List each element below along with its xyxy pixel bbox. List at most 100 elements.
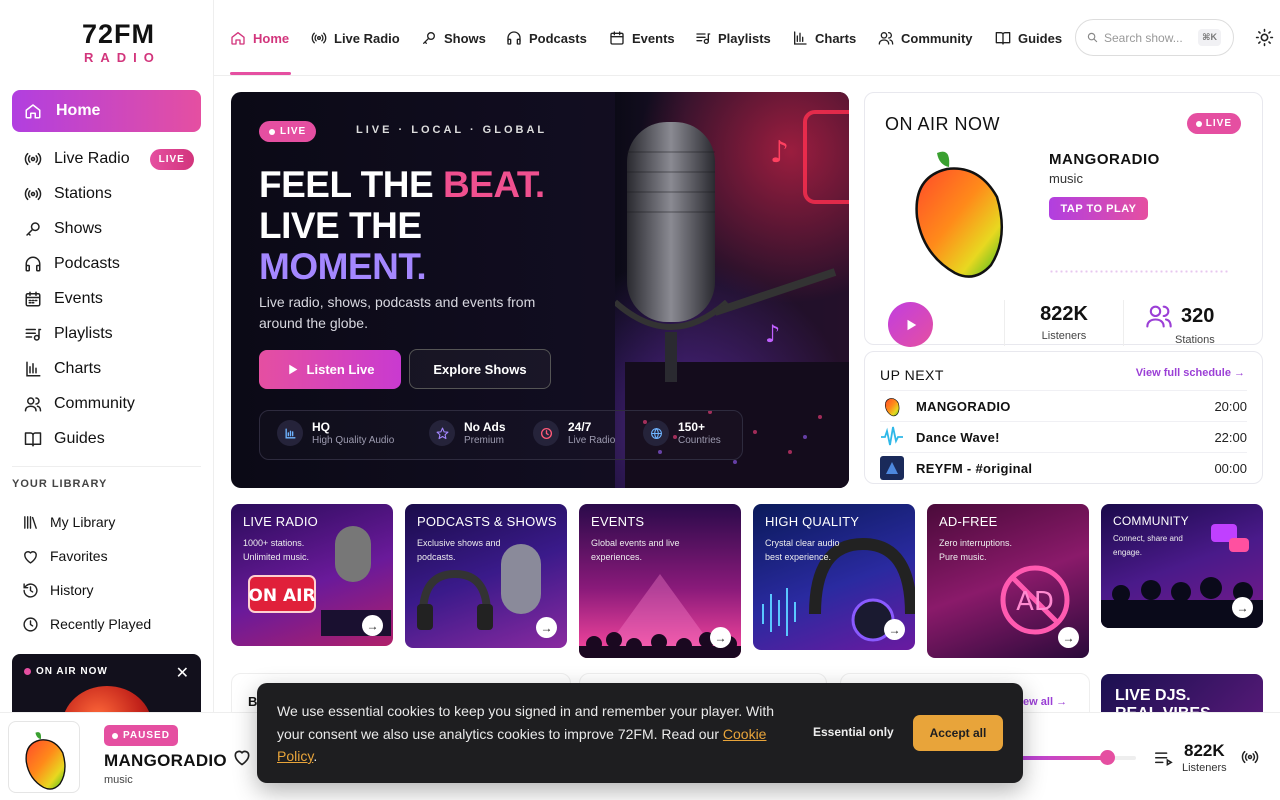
play-button[interactable] <box>888 302 933 347</box>
tab-community[interactable]: Community <box>878 28 973 48</box>
explore-shows-button[interactable]: Explore Shows <box>409 349 551 389</box>
library-item-my-library[interactable]: My Library <box>22 512 115 532</box>
library-item-favorites[interactable]: Favorites <box>22 546 108 566</box>
sidebar-item-shows[interactable]: Shows <box>24 218 102 240</box>
brand-logo[interactable]: 72FM RADIO <box>24 20 161 65</box>
schedule-row[interactable]: REYFM - #original 00:00 <box>880 452 1247 483</box>
live-badge: LIVE <box>149 148 194 170</box>
library-item-label: Recently Played <box>50 616 152 632</box>
arrow-right-icon[interactable]: → <box>1058 627 1079 648</box>
tab-shows[interactable]: Shows <box>421 28 486 48</box>
sidebar-item-label: Events <box>54 290 103 307</box>
on-air-card: ON AIR NOW LIVE MANGORADIO music TAP TO … <box>864 92 1263 347</box>
soundwave-logo-icon <box>25 25 65 60</box>
essential-only-button[interactable]: Essential only <box>813 725 894 739</box>
search-input[interactable]: Search show... ⌘K <box>1075 19 1234 56</box>
book-icon <box>24 430 42 448</box>
volume-slider[interactable] <box>1010 750 1136 765</box>
live-dot <box>269 128 275 135</box>
sidebar-item-label: Stations <box>54 185 112 202</box>
tile-ad-free[interactable]: AD AD-FREE Zero interruptions. Pure musi… <box>927 504 1089 658</box>
feature-sub: Live Radio <box>568 435 616 446</box>
player-artwork[interactable] <box>8 721 80 793</box>
tab-label: Charts <box>815 30 857 46</box>
mic-icon <box>421 30 437 46</box>
schedule-row[interactable]: Dance Wave! 22:00 <box>880 421 1247 452</box>
globe-icon <box>650 427 663 440</box>
brand-sub: RADIO <box>84 50 161 65</box>
radio-waves-icon[interactable] <box>1240 748 1260 766</box>
tile-title: HIGH QUALITY <box>765 514 860 529</box>
show-time: 00:00 <box>1214 460 1247 476</box>
sidebar-item-stations[interactable]: Stations <box>24 183 112 205</box>
paused-text: PAUSED <box>123 730 170 741</box>
tab-label: Community <box>901 30 973 46</box>
library-item-label: History <box>50 582 94 598</box>
volume-fill <box>1010 756 1108 760</box>
accept-all-button[interactable]: Accept all <box>913 715 1003 751</box>
arrow-right-icon[interactable]: → <box>1232 597 1253 618</box>
tile-events[interactable]: EVENTS Global events and live experience… <box>579 504 741 658</box>
tab-events[interactable]: Events <box>609 28 675 48</box>
heart-icon[interactable] <box>232 747 252 767</box>
tile-live-radio[interactable]: ON AIR LIVE RADIO 1000+ stations. Unlimi… <box>231 504 393 646</box>
view-all-link[interactable]: iew all → <box>1020 696 1067 708</box>
divider <box>1004 300 1005 346</box>
home-icon <box>24 102 42 120</box>
sidebar-item-events[interactable]: Events <box>24 288 103 310</box>
library-item-recently-played[interactable]: Recently Played <box>22 614 151 634</box>
sidebar-item-home[interactable]: Home <box>12 90 201 132</box>
listeners-stat: 822K Listeners <box>1022 303 1106 342</box>
view-schedule-link[interactable]: View full schedule → <box>1136 367 1245 379</box>
arrow-right-icon[interactable]: → <box>536 617 557 638</box>
radio-waves-icon <box>24 150 42 168</box>
divider <box>1123 300 1124 346</box>
feature-countries: 150+ Countries <box>643 420 721 446</box>
arrow-right-icon[interactable]: → <box>362 615 383 636</box>
sun-icon[interactable] <box>1255 28 1274 47</box>
tab-podcasts[interactable]: Podcasts <box>506 28 587 48</box>
listen-live-button[interactable]: Listen Live <box>259 350 401 389</box>
sidebar-item-playlists[interactable]: Playlists <box>24 323 113 345</box>
player-station: MANGORADIO <box>104 751 227 770</box>
sidebar-item-community[interactable]: Community <box>24 393 135 415</box>
up-next-card: UP NEXT View full schedule → MANGORADIO … <box>864 351 1263 484</box>
cookie-message-end: . <box>313 748 318 764</box>
onair-mini-label: ON AIR NOW <box>24 666 108 677</box>
tab-guides[interactable]: Guides <box>995 28 1062 48</box>
stations-label: Stations <box>1175 334 1215 346</box>
station-genre: music <box>1049 171 1083 186</box>
up-next-title: UP NEXT <box>880 367 944 383</box>
feature-icon-wrap <box>277 420 303 446</box>
sidebar-item-label: Podcasts <box>54 255 120 272</box>
brand-name: 72FM <box>82 19 156 49</box>
tab-live-radio[interactable]: Live Radio <box>311 28 400 48</box>
sidebar-item-guides[interactable]: Guides <box>24 428 105 450</box>
playlist-icon <box>24 325 42 343</box>
arrow-right-icon[interactable]: → <box>884 619 905 640</box>
listeners-value: 822K <box>1184 741 1225 760</box>
schedule-row[interactable]: MANGORADIO 20:00 <box>880 390 1247 421</box>
hero-banner: ♪ ♪ LIVE LIVE · LOCAL · GLOBAL FEEL THE … <box>231 92 849 488</box>
show-time: 22:00 <box>1214 429 1247 445</box>
svg-text:♪: ♪ <box>765 320 780 348</box>
sidebar-item-podcasts[interactable]: Podcasts <box>24 253 120 275</box>
arrow-right-icon[interactable]: → <box>710 627 731 648</box>
sidebar-item-charts[interactable]: Charts <box>24 358 101 380</box>
volume-knob[interactable] <box>1100 750 1116 765</box>
tab-charts[interactable]: Charts <box>792 28 856 48</box>
tile-desc: Zero interruptions. Pure music. <box>939 538 1013 562</box>
feature-strip: HQ High Quality Audio No Ads Premium 24/7 L… <box>259 410 743 460</box>
tap-to-play-button[interactable]: TAP TO PLAY <box>1049 197 1148 220</box>
library-item-history[interactable]: History <box>22 580 94 600</box>
queue-icon[interactable] <box>1154 750 1173 767</box>
tab-home[interactable]: Home <box>230 28 289 48</box>
tile-community[interactable]: COMMUNITY Connect, share and engage. → <box>1101 504 1263 628</box>
sidebar-item-live-radio[interactable]: Live Radio LIVE <box>24 148 194 170</box>
tile-podcasts[interactable]: PODCASTS & SHOWS Exclusive shows and pod… <box>405 504 567 648</box>
tile-high-quality[interactable]: HIGH QUALITY Crystal clear audio best ex… <box>753 504 915 650</box>
tab-playlists[interactable]: Playlists <box>695 28 771 48</box>
close-icon[interactable]: ✕ <box>176 663 189 683</box>
tab-label: Shows <box>444 30 486 46</box>
tile-desc: 1000+ stations. Unlimited music. <box>243 538 310 562</box>
